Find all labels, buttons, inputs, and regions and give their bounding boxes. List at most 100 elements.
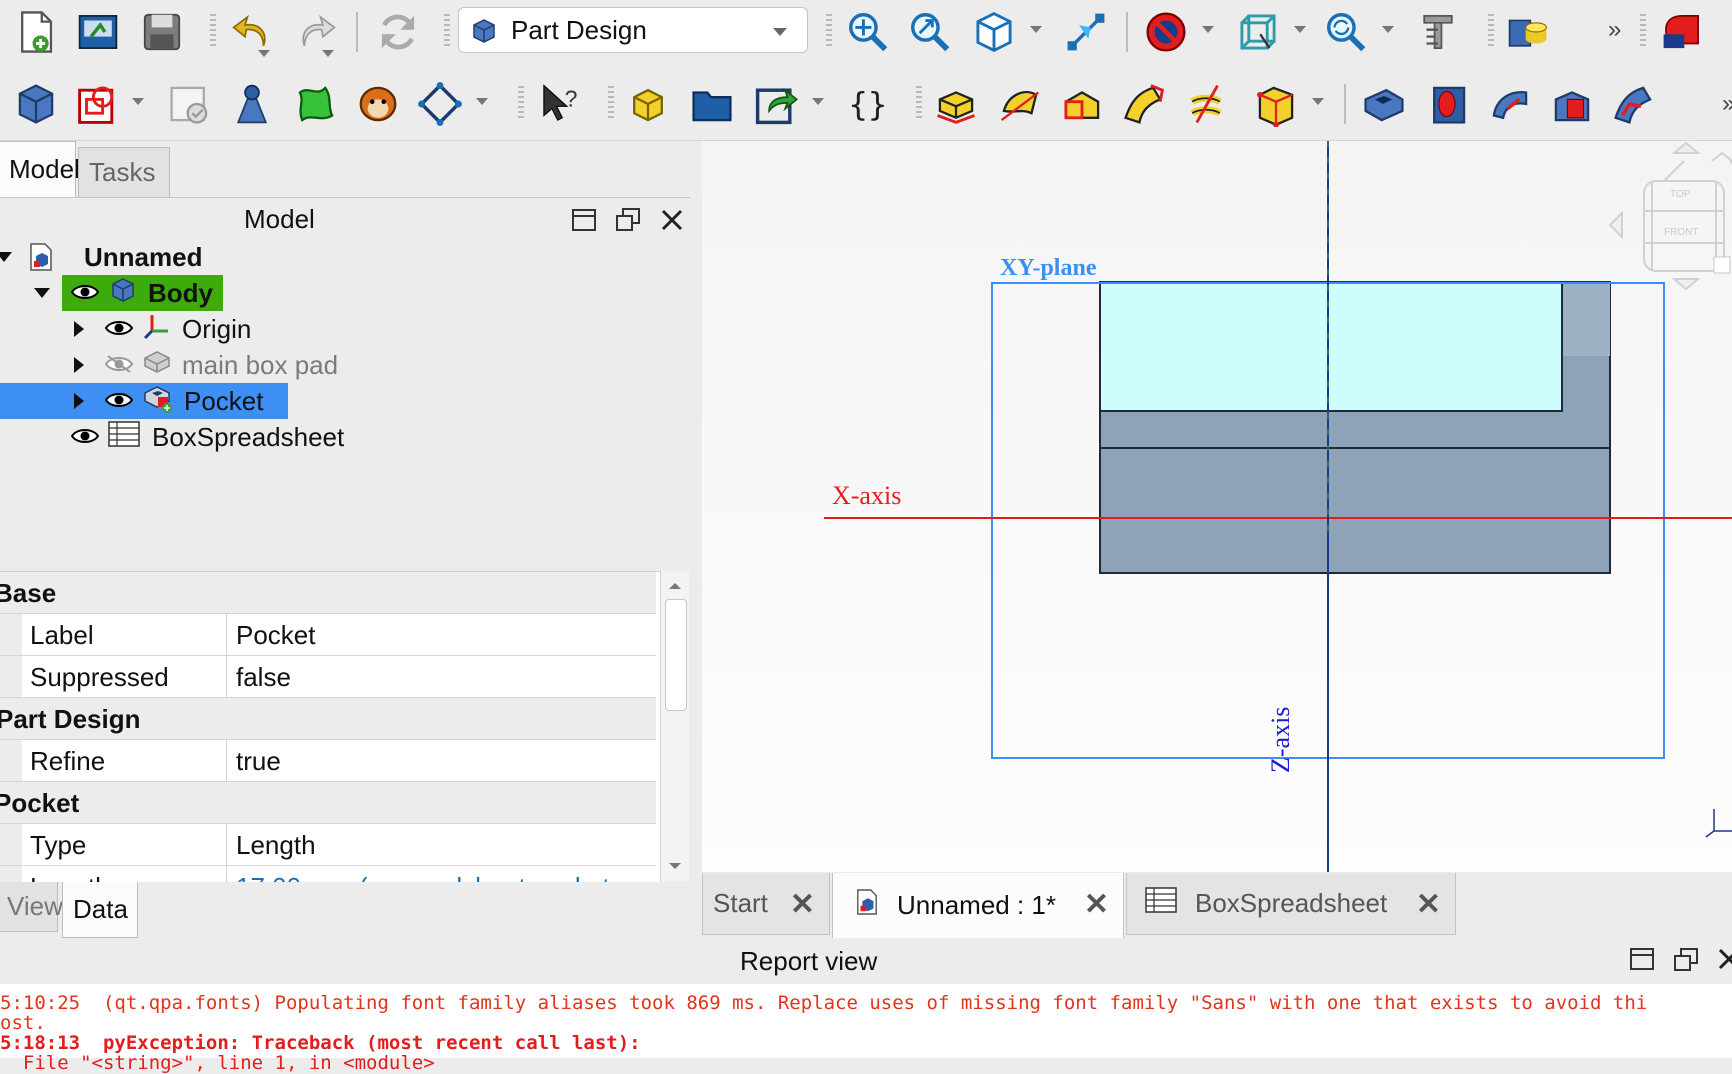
toolbar-grip[interactable] <box>1488 14 1494 48</box>
undo-icon[interactable] <box>226 6 278 58</box>
property-group-pocket[interactable]: Pocket <box>0 782 656 824</box>
close-tab-icon[interactable]: ✕ <box>1084 887 1109 922</box>
link-dropdown-icon[interactable] <box>812 98 824 105</box>
visibility-eye-icon[interactable] <box>70 278 100 309</box>
collapse-icon[interactable] <box>0 252 12 262</box>
scroll-down-icon[interactable] <box>669 863 681 869</box>
property-value[interactable]: Pocket <box>236 620 316 651</box>
measure-distance-icon[interactable] <box>1060 6 1112 58</box>
clone-icon[interactable] <box>352 78 404 130</box>
draw-style-icon[interactable] <box>1140 6 1192 58</box>
create-link-icon[interactable] <box>750 78 802 130</box>
fit-all-icon[interactable] <box>842 6 894 58</box>
refresh-icon[interactable] <box>372 6 424 58</box>
collapse-icon[interactable] <box>34 288 50 298</box>
datum-point-icon[interactable] <box>226 78 278 130</box>
doc-tab-unnamed[interactable]: Unnamed : 1* ✕ <box>832 873 1124 939</box>
sync-view-icon[interactable] <box>1320 6 1372 58</box>
3d-viewport[interactable]: TOP FRONT XY-plane X-axis Z-axis <box>702 141 1732 872</box>
datum-plane-icon[interactable] <box>414 78 466 130</box>
sketch-dropdown-icon[interactable] <box>132 98 144 105</box>
new-document-icon[interactable] <box>10 6 62 58</box>
toolbar-grip[interactable] <box>518 86 524 120</box>
expand-icon[interactable] <box>74 393 84 409</box>
navcube-menu-icon[interactable] <box>1713 256 1731 274</box>
part-workbench-icon[interactable] <box>1502 6 1554 58</box>
tree-item-boxspreadsheet[interactable]: BoxSpreadsheet <box>70 419 344 455</box>
expand-icon[interactable] <box>74 321 84 337</box>
doc-tab-boxspreadsheet[interactable]: BoxSpreadsheet ✕ <box>1126 873 1456 935</box>
measure-tool-icon[interactable] <box>1412 6 1464 58</box>
create-body-icon[interactable] <box>10 78 62 130</box>
create-sketch-icon[interactable] <box>72 78 124 130</box>
create-variable-set-icon[interactable]: {} <box>842 78 894 130</box>
whats-this-icon[interactable]: ? <box>534 78 586 130</box>
property-row-refine[interactable]: Refine true <box>0 740 656 782</box>
close-icon[interactable] <box>658 206 686 234</box>
visibility-eye-icon[interactable] <box>104 314 134 345</box>
pocket-face[interactable] <box>1099 281 1563 412</box>
selection-dropdown-icon[interactable] <box>1294 26 1306 33</box>
toggle-float-icon[interactable] <box>1630 948 1654 975</box>
hole-icon[interactable] <box>1422 78 1474 130</box>
tree-item-origin[interactable]: Origin <box>74 311 251 347</box>
toolbar-grip[interactable] <box>608 86 614 120</box>
toolbar-overflow-button[interactable]: » <box>1608 16 1621 44</box>
groove-icon[interactable] <box>1484 78 1536 130</box>
shape-binder-icon[interactable] <box>290 78 342 130</box>
additive-pipe-icon[interactable] <box>1118 78 1170 130</box>
visibility-eye-icon[interactable] <box>104 386 134 417</box>
tree-item-pocket[interactable]: Pocket <box>0 383 288 419</box>
tree-item-body[interactable]: Body <box>34 275 223 311</box>
view-dropdown-icon[interactable] <box>1030 26 1042 33</box>
create-group-icon[interactable] <box>686 78 738 130</box>
scroll-up-icon[interactable] <box>669 583 681 589</box>
doc-tab-start[interactable]: Start ✕ <box>702 873 830 935</box>
subtractive-pipe-icon[interactable] <box>1608 78 1660 130</box>
undock-icon[interactable] <box>614 206 642 234</box>
bounding-box-icon[interactable] <box>1232 6 1284 58</box>
open-document-icon[interactable] <box>72 6 124 58</box>
appearance-icon[interactable] <box>1656 6 1708 58</box>
close-tab-icon[interactable]: ✕ <box>1416 887 1441 922</box>
subtractive-loft-icon[interactable] <box>1546 78 1598 130</box>
zoom-dropdown-icon[interactable] <box>1382 26 1394 33</box>
validate-sketch-icon[interactable] <box>164 78 216 130</box>
toolbar-grip[interactable] <box>826 14 832 48</box>
undock-icon[interactable] <box>1674 948 1698 977</box>
report-log[interactable]: 5:10:25 (qt.qpa.fonts) Populating font f… <box>0 984 1732 1074</box>
pad-icon[interactable] <box>930 78 982 130</box>
tab-data[interactable]: Data <box>62 882 138 938</box>
visibility-eye-icon[interactable] <box>70 422 100 453</box>
tree-item-main-box-pad[interactable]: main box pad <box>74 347 338 383</box>
additive-helix-icon[interactable] <box>1180 78 1232 130</box>
additive-primitive-icon[interactable] <box>1250 78 1302 130</box>
property-scrollbar[interactable] <box>660 571 689 881</box>
tab-tasks[interactable]: Tasks <box>78 147 170 197</box>
undo-dropdown-icon[interactable] <box>258 50 270 57</box>
property-row-label[interactable]: Label Pocket <box>0 614 656 656</box>
fit-selection-icon[interactable] <box>904 6 956 58</box>
close-tab-icon[interactable]: ✕ <box>790 887 815 922</box>
revolution-icon[interactable] <box>994 78 1046 130</box>
expand-icon[interactable] <box>74 357 84 373</box>
tab-view[interactable]: View <box>0 882 63 932</box>
toolbar-grip[interactable] <box>444 14 450 48</box>
tree-item-unnamed[interactable]: Unnamed <box>0 239 202 275</box>
property-value[interactable]: 17.00 mm (=spreadsheet.pocket... <box>236 872 631 882</box>
hidden-eye-icon[interactable] <box>104 350 134 381</box>
workbench-selector[interactable]: Part Design <box>458 7 808 53</box>
close-icon[interactable] <box>1718 948 1732 975</box>
isometric-view-icon[interactable] <box>968 6 1020 58</box>
toolbar-overflow-button-2[interactable]: » <box>1722 90 1732 118</box>
property-value[interactable]: true <box>236 746 281 777</box>
tab-model[interactable]: Model <box>0 141 80 197</box>
property-row-suppressed[interactable]: Suppressed false <box>0 656 656 698</box>
property-group-part-design[interactable]: Part Design <box>0 698 656 740</box>
toolbar-grip[interactable] <box>1640 14 1646 48</box>
save-icon[interactable] <box>136 6 188 58</box>
redo-icon[interactable] <box>290 6 342 58</box>
property-row-length[interactable]: Length 17.00 mm (=spreadsheet.pocket... <box>0 866 656 882</box>
primitive-dropdown-icon[interactable] <box>1312 98 1324 105</box>
toolbar-grip[interactable] <box>210 14 216 48</box>
